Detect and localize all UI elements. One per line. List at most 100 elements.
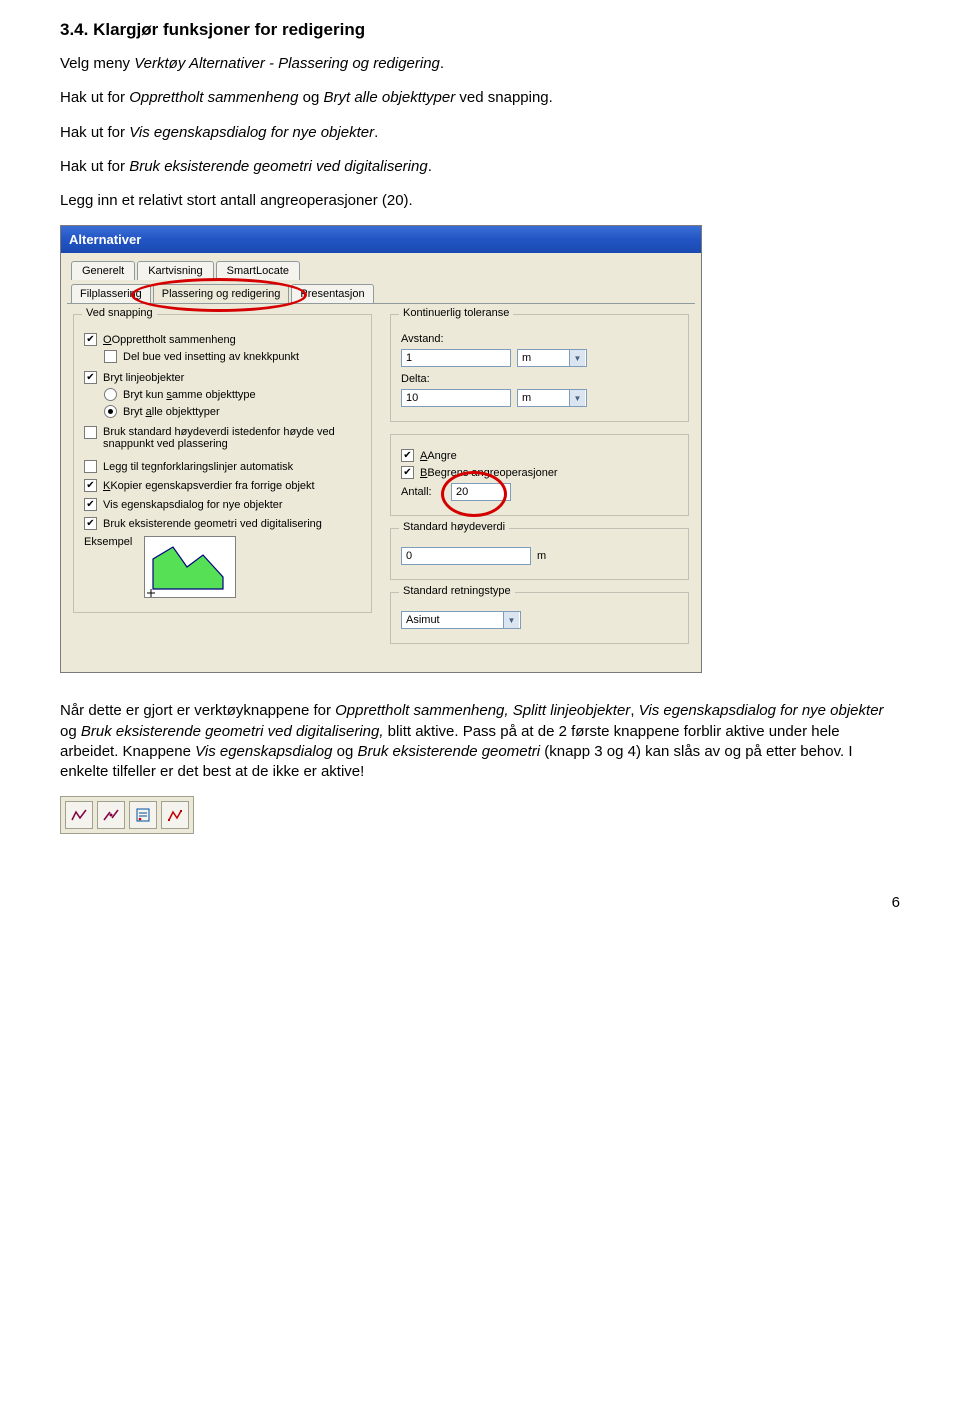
paragraph-3: Hak ut for Vis egenskapsdialog for nye o… [60, 123, 900, 143]
text: og [60, 723, 81, 740]
value: Asimut [406, 614, 440, 626]
label: Begrens angreoperasjoner [427, 467, 557, 479]
text: og [332, 743, 357, 760]
example-graphic [144, 536, 236, 598]
group-standard-hoyde: Standard høydeverdi 0 m [390, 528, 689, 580]
group-legend: Standard retningstype [399, 585, 515, 597]
group-legend: Kontinuerlig toleranse [399, 307, 513, 319]
options-dialog: Alternativer Generelt Kartvisning SmartL… [60, 225, 702, 673]
checkbox-icon: ✔ [84, 498, 97, 511]
label: Bryt kun [123, 389, 166, 401]
input-delta[interactable]: 10 [401, 389, 511, 407]
subtab-presentasjon[interactable]: Presentasjon [291, 284, 373, 303]
term: Bruk eksisterende geometri [357, 743, 540, 760]
radio-icon [104, 405, 117, 418]
text: ved snapping. [455, 89, 553, 106]
label: Bruk eksisterende geometri ved digitalis… [103, 518, 361, 530]
cb-angre[interactable]: ✔ AAngre [401, 449, 678, 462]
checkbox-icon: ✔ [84, 371, 97, 384]
cb-kopier-egenskaper[interactable]: ✔ KKopier egenskapsverdier fra forrige o… [84, 479, 361, 492]
paragraph-outro: Når dette er gjort er verktøyknappene fo… [60, 701, 900, 782]
term: Bruk eksisterende geometri ved digitalis… [81, 723, 384, 740]
right-column: Kontinuerlig toleranse Avstand: 1 m ▼ De… [390, 314, 689, 656]
input-hoyde[interactable]: 0 [401, 547, 531, 565]
group-angre: ✔ AAngre ✔ BBegrens angreoperasjoner Ant… [390, 434, 689, 516]
tab-general[interactable]: Generelt [71, 261, 135, 280]
chevron-down-icon: ▼ [569, 390, 585, 406]
label: lle objekttyper [152, 406, 220, 418]
paragraph-1: Velg meny Verktøy Alternativer - Plasser… [60, 54, 900, 74]
tabs-row-main: Generelt Kartvisning SmartLocate [71, 261, 701, 280]
tab-mapview[interactable]: Kartvisning [137, 261, 213, 280]
text: Hak ut for [60, 124, 129, 141]
label: Delta: [401, 373, 678, 385]
text: . [428, 158, 432, 175]
cb-oppretthold[interactable]: ✔ OOpprettholt sammenheng [84, 333, 361, 346]
label-antall: Antall: [401, 486, 445, 498]
paragraph-2: Hak ut for Opprettholt sammenheng og Bry… [60, 88, 900, 108]
chevron-down-icon: ▼ [503, 612, 519, 628]
tool-bruk-geometri-icon[interactable] [161, 801, 189, 829]
dropdown-retning[interactable]: Asimut ▼ [401, 611, 521, 629]
cb-begrens[interactable]: ✔ BBegrens angreoperasjoner [401, 466, 678, 479]
text: og [298, 89, 323, 106]
text: , [630, 702, 638, 719]
term: Opprettholt sammenheng [129, 89, 298, 106]
cb-bruk-eksisterende[interactable]: ✔ Bruk eksisterende geometri ved digital… [84, 517, 361, 530]
value: m [522, 392, 531, 404]
group-legend: Standard høydeverdi [399, 521, 509, 533]
section-heading: 3.4. Klargjør funksjoner for redigering [60, 20, 900, 40]
term: Vis egenskapsdialog for nye objekter [639, 702, 884, 719]
cb-vis-egenskapsdialog[interactable]: ✔ Vis egenskapsdialog for nye objekter [84, 498, 361, 511]
unit-label: m [537, 550, 546, 562]
tab-smartlocate[interactable]: SmartLocate [216, 261, 300, 280]
rb-bryt-samme[interactable]: Bryt kun samme objekttype [104, 388, 361, 401]
input-avstand[interactable]: 1 [401, 349, 511, 367]
tool-oppretthold-icon[interactable] [65, 801, 93, 829]
checkbox-icon: ✔ [84, 333, 97, 346]
subtab-filplassering[interactable]: Filplassering [71, 284, 151, 303]
input-antall[interactable]: 20 [451, 483, 511, 501]
term: Vis egenskapsdialog for nye objekter [129, 124, 374, 141]
group-toleranse: Kontinuerlig toleranse Avstand: 1 m ▼ De… [390, 314, 689, 422]
text: Hak ut for [60, 89, 129, 106]
example-row: Eksempel [84, 536, 361, 598]
dialog-titlebar: Alternativer [61, 226, 701, 253]
cb-del-bue[interactable]: Del bue ved insetting av knekkpunkt [104, 350, 361, 363]
tool-splitt-icon[interactable] [97, 801, 125, 829]
example-label: Eksempel [84, 536, 132, 548]
tool-vis-egenskap-icon[interactable] [129, 801, 157, 829]
label: Kopier egenskapsverdier fra forrige obje… [110, 480, 314, 492]
subtab-plassering-redigering[interactable]: Plassering og redigering [153, 284, 290, 303]
radio-icon [104, 388, 117, 401]
value: m [522, 352, 531, 364]
text: Hak ut for [60, 158, 129, 175]
label: Legg til tegnforklaringslinjer automatis… [103, 461, 361, 473]
dropdown-delta-unit[interactable]: m ▼ [517, 389, 587, 407]
term: Vis egenskapsdialog [195, 743, 332, 760]
checkbox-icon [104, 350, 117, 363]
paragraph-5: Legg inn et relativt stort antall angreo… [60, 191, 900, 211]
label: Bryt linjeobjekter [103, 372, 361, 384]
rb-bryt-alle[interactable]: Bryt alle objekttyper [104, 405, 361, 418]
cb-tegnforklaring[interactable]: Legg til tegnforklaringslinjer automatis… [84, 460, 361, 473]
cb-standard-hoyde[interactable]: Bruk standard høydeverdi istedenfor høyd… [84, 426, 361, 450]
label: Del bue ved insetting av knekkpunkt [123, 351, 361, 363]
group-legend: Ved snapping [82, 307, 157, 319]
dropdown-avstand-unit[interactable]: m ▼ [517, 349, 587, 367]
cb-bryt-linje[interactable]: ✔ Bryt linjeobjekter [84, 371, 361, 384]
group-retningstype: Standard retningstype Asimut ▼ [390, 592, 689, 644]
checkbox-icon [84, 460, 97, 473]
label: Vis egenskapsdialog for nye objekter [103, 499, 361, 511]
label: Opprettholt sammenheng [112, 334, 236, 346]
label: amme objekttype [172, 389, 256, 401]
checkbox-icon: ✔ [401, 466, 414, 479]
dialog-body: Ved snapping ✔ OOpprettholt sammenheng D… [67, 303, 695, 664]
term: Bryt alle objekttyper [324, 89, 456, 106]
paragraph-4: Hak ut for Bruk eksisterende geometri ve… [60, 157, 900, 177]
toolbar [60, 796, 194, 834]
label: Avstand: [401, 333, 678, 345]
menu-path: Verktøy Alternativer - Plassering og red… [134, 55, 440, 72]
checkbox-icon [84, 426, 97, 439]
label: Bryt [123, 406, 146, 418]
